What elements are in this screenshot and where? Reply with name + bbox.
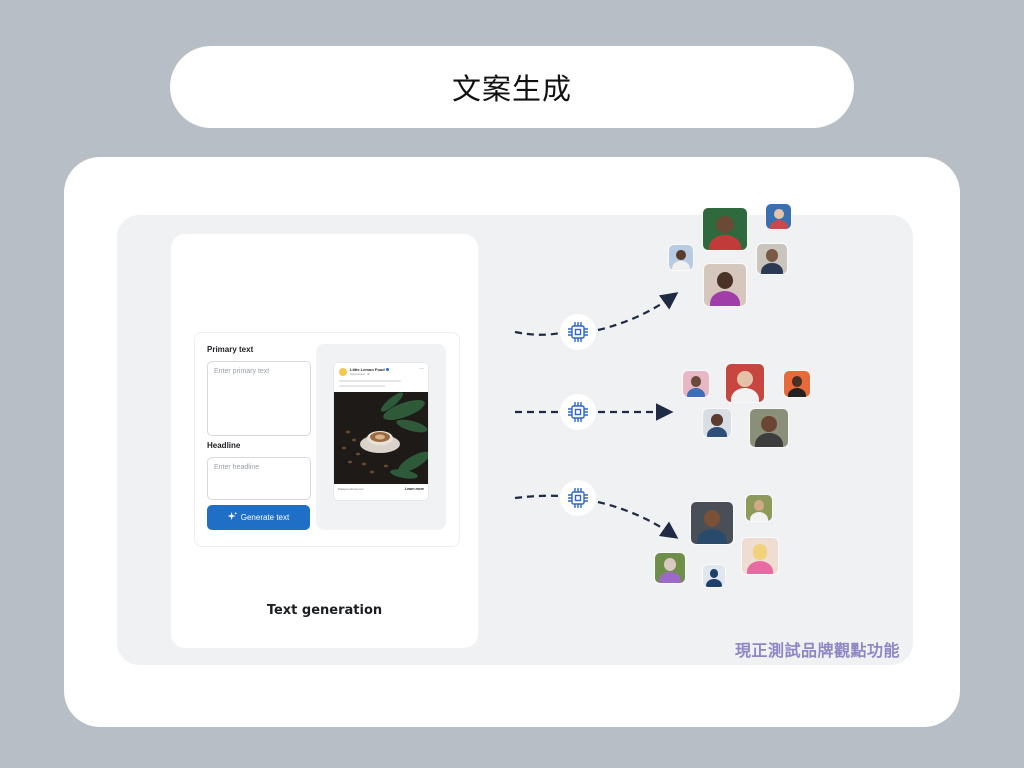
- ai-chip-icon: [560, 480, 596, 516]
- ai-chip-icon: [560, 394, 596, 430]
- avatar: [703, 208, 747, 250]
- avatar: [750, 409, 788, 447]
- avatar: [683, 371, 709, 397]
- avatar: [746, 495, 772, 521]
- arrow-bottom: [514, 494, 561, 500]
- arrow-bottom-out: [597, 500, 679, 539]
- avatar: [757, 244, 787, 274]
- flow-arrows: [514, 292, 679, 539]
- avatar: [726, 364, 764, 402]
- arrow-top-out: [597, 292, 679, 332]
- avatar: [655, 553, 685, 583]
- arrow-top: [514, 330, 561, 336]
- avatar: [691, 502, 733, 544]
- avatar: [669, 245, 693, 270]
- avatar: [704, 264, 746, 306]
- avatar: [766, 204, 791, 229]
- avatar: [784, 371, 810, 397]
- avatar: [703, 409, 731, 437]
- avatar: [703, 565, 725, 587]
- avatar: [742, 538, 778, 574]
- ai-chip-icon: [560, 314, 596, 350]
